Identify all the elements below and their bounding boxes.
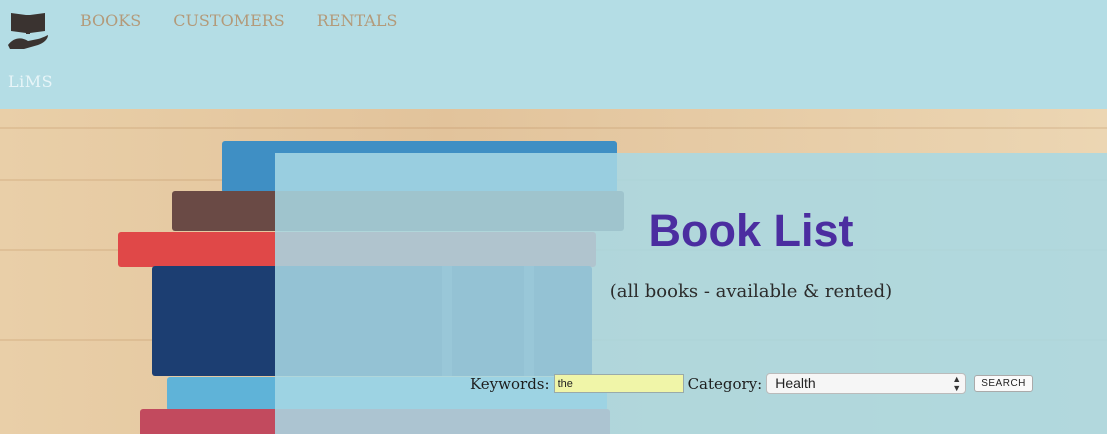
top-header: LiMS BOOKS CUSTOMERS RENTALS (0, 0, 1107, 109)
select-arrows-icon: ▲ ▼ (952, 374, 962, 393)
brand-name: LiMS (8, 72, 54, 91)
nav-rentals[interactable]: RENTALS (317, 11, 398, 30)
main-nav: BOOKS CUSTOMERS RENTALS (80, 11, 397, 30)
keywords-input[interactable] (553, 374, 684, 393)
nav-books[interactable]: BOOKS (80, 11, 141, 30)
nav-customers[interactable]: CUSTOMERS (173, 11, 285, 30)
search-button[interactable]: SEARCH (974, 375, 1033, 392)
book-in-hand-icon[interactable] (6, 9, 50, 53)
keywords-label: Keywords: (470, 374, 550, 393)
wood-grain (0, 127, 1107, 129)
page-title: Book List (648, 205, 854, 256)
page-subtitle: (all books - available & rented) (609, 281, 893, 302)
category-select[interactable]: Health ▲ ▼ (766, 373, 967, 394)
category-selected-value: Health (775, 375, 816, 391)
book-search-form: Keywords: Category: Health ▲▼ SEARCH (470, 373, 1033, 394)
category-label: Category: (687, 374, 763, 393)
